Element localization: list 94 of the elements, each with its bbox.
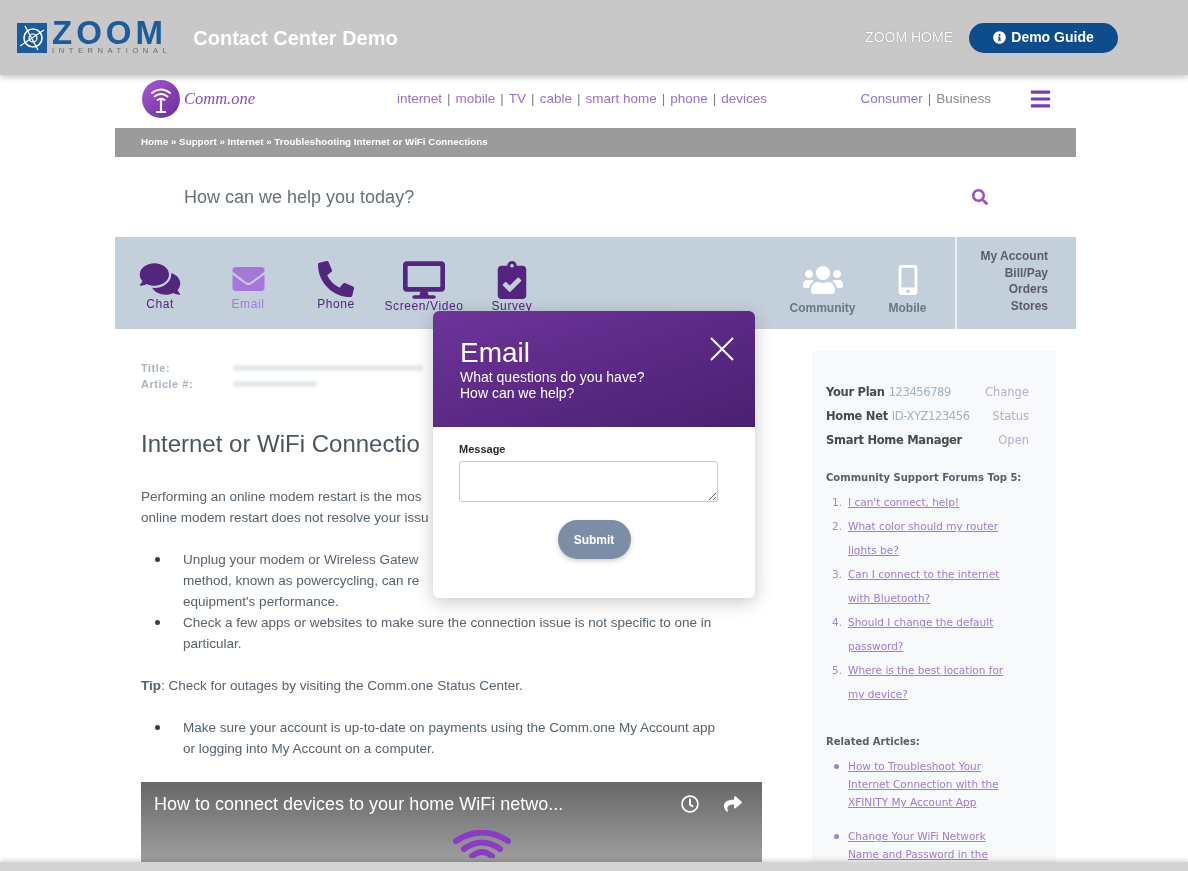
- paragraph-line: online modem restart does not resolve your issu: [141, 509, 429, 527]
- account-action-link[interactable]: Change: [984, 384, 1029, 402]
- logo-emblem-icon: [17, 22, 47, 53]
- video-title: How to connect devices to your home WiFi netwo...: [154, 793, 564, 816]
- account-label: Home Net: [826, 408, 888, 426]
- message-field[interactable]: [459, 461, 718, 502]
- bullet-icon: [834, 834, 839, 839]
- forum-link[interactable]: What color should my router lights be?: [848, 514, 1020, 562]
- nav-link[interactable]: TV: [508, 88, 527, 110]
- account-number: 123456789: [888, 384, 951, 402]
- nav-link[interactable]: phone: [670, 88, 708, 110]
- mobile-phone-icon: [897, 265, 918, 295]
- share-arrow-icon[interactable]: [722, 795, 744, 813]
- nav-link[interactable]: cable: [539, 88, 572, 110]
- submit-button[interactable]: Submit: [557, 520, 631, 559]
- list-item-text: Make sure your account is up-to-date on payments using the Comm.one My Account app: [183, 719, 716, 737]
- chat-bubbles-icon: [139, 261, 181, 297]
- account-number: ID-XYZ123456: [891, 408, 970, 426]
- list-item-text: method, known as powercycling, can re: [183, 572, 420, 590]
- account-menu-link[interactable]: My Account: [980, 248, 1048, 265]
- forum-link[interactable]: Should I change the default password?: [848, 610, 1020, 658]
- dialog-subtitle-line: What questions do you have?: [460, 369, 645, 385]
- clipboard-check-icon: [497, 261, 527, 299]
- contact-channel-tab[interactable]: Email: [204, 237, 292, 311]
- account-action-link[interactable]: Open: [998, 432, 1029, 450]
- forum-link[interactable]: Where is the best location for my device?: [848, 658, 1020, 706]
- list-number: 4.: [832, 615, 844, 630]
- wifi-icon: [452, 830, 511, 858]
- list-number: 1.: [832, 495, 844, 510]
- list-number: 3.: [832, 567, 844, 582]
- related-article-link[interactable]: Change Your WiFi Network Name and Password in the: [848, 827, 1020, 863]
- dialog-title: Email: [460, 337, 530, 369]
- phone-icon: [318, 261, 354, 297]
- bullet-icon: [834, 764, 839, 769]
- forums-heading: Community Support Forums Top 5:: [826, 471, 1023, 485]
- segment-link[interactable]: Business: [936, 88, 991, 110]
- demo-guide-button[interactable]: Demo Guide: [969, 22, 1118, 53]
- nav-separator: |: [661, 89, 666, 108]
- video-player[interactable]: How to connect devices to your home WiFi netwo...: [141, 782, 762, 863]
- monitor-icon: [403, 261, 445, 299]
- dialog-subtitle-line: How can we help?: [460, 385, 575, 401]
- logo-wordmark: ZOOM: [52, 20, 168, 46]
- nav-separator: |: [712, 89, 717, 108]
- nav-separator: |: [927, 89, 932, 108]
- contact-channel-tab[interactable]: Survey: [468, 237, 556, 311]
- clock-icon[interactable]: [681, 795, 699, 813]
- close-icon[interactable]: [710, 337, 734, 361]
- related-heading: Related Articles:: [826, 735, 921, 749]
- account-menu-link[interactable]: Orders: [1008, 281, 1048, 298]
- account-menu-link[interactable]: Bill/Pay: [1004, 264, 1048, 281]
- menu-icon[interactable]: [1028, 88, 1053, 110]
- nav-link[interactable]: smart home: [585, 88, 657, 110]
- nav-link[interactable]: mobile: [455, 88, 496, 110]
- field-label: Message: [459, 442, 506, 456]
- search-field[interactable]: How can we help you today?: [184, 183, 972, 211]
- segment-link[interactable]: Consumer: [860, 88, 923, 110]
- bullet-icon: [155, 725, 160, 730]
- search-icon[interactable]: [972, 189, 988, 205]
- list-item-text: Unplug your modem or Wireless Gatew: [183, 551, 419, 569]
- info-icon: [993, 31, 1007, 44]
- nav-separator: |: [500, 89, 504, 108]
- nav-separator: |: [531, 89, 535, 108]
- article-heading: Internet or WiFi Connectio: [141, 429, 420, 459]
- account-label: Smart Home Manager: [826, 432, 962, 450]
- contact-channel-tab[interactable]: Phone: [292, 237, 380, 311]
- list-item-text: equipment's performance.: [183, 593, 339, 611]
- list-item-text: Check a few apps or websites to make sure the connection issue is not specific to one in: [183, 614, 712, 632]
- forum-link[interactable]: I can't connect, help!: [848, 490, 1020, 514]
- nav-link[interactable]: devices: [721, 88, 768, 110]
- bullet-icon: [155, 620, 160, 625]
- nav-separator: |: [576, 89, 581, 108]
- community-tab[interactable]: Community: [780, 237, 865, 317]
- account-action-link[interactable]: Status: [992, 408, 1029, 426]
- nav-link[interactable]: internet: [397, 88, 443, 110]
- list-number: 2.: [832, 519, 844, 534]
- community-tab[interactable]: Mobile: [865, 237, 950, 317]
- forum-link[interactable]: Can I connect to the internet with Bluetooth?: [848, 562, 1020, 610]
- account-menu-link[interactable]: Stores: [1010, 297, 1048, 314]
- account-label: Your Plan: [826, 384, 885, 402]
- paragraph-line: Performing an online modem restart is the mos: [141, 488, 422, 506]
- list-item-text: or logging into My Account on a computer.: [183, 740, 435, 758]
- meta-label: Article #:: [141, 377, 195, 392]
- tip-text: Tip: Check for outages by visiting the Comm.one Status Center.: [141, 677, 523, 695]
- tower-logo-icon: [142, 80, 180, 118]
- list-item-text: particular.: [183, 635, 242, 653]
- related-article-link[interactable]: How to Troubleshoot Your Internet Connection with the XFINITY My Account App: [848, 757, 1020, 811]
- contact-channel-tab[interactable]: Screen/Video: [380, 237, 468, 311]
- contact-channel-tab[interactable]: Chat: [116, 237, 204, 311]
- site-logo-text: Comm.one: [184, 87, 256, 110]
- breadcrumb-trail: Home » Support » Internet » Troubleshooting Internet or WiFi Connections: [141, 135, 488, 150]
- nav-separator: |: [447, 89, 451, 108]
- meta-label: Title:: [141, 361, 172, 376]
- bullet-icon: [155, 557, 160, 562]
- list-number: 5.: [832, 663, 844, 678]
